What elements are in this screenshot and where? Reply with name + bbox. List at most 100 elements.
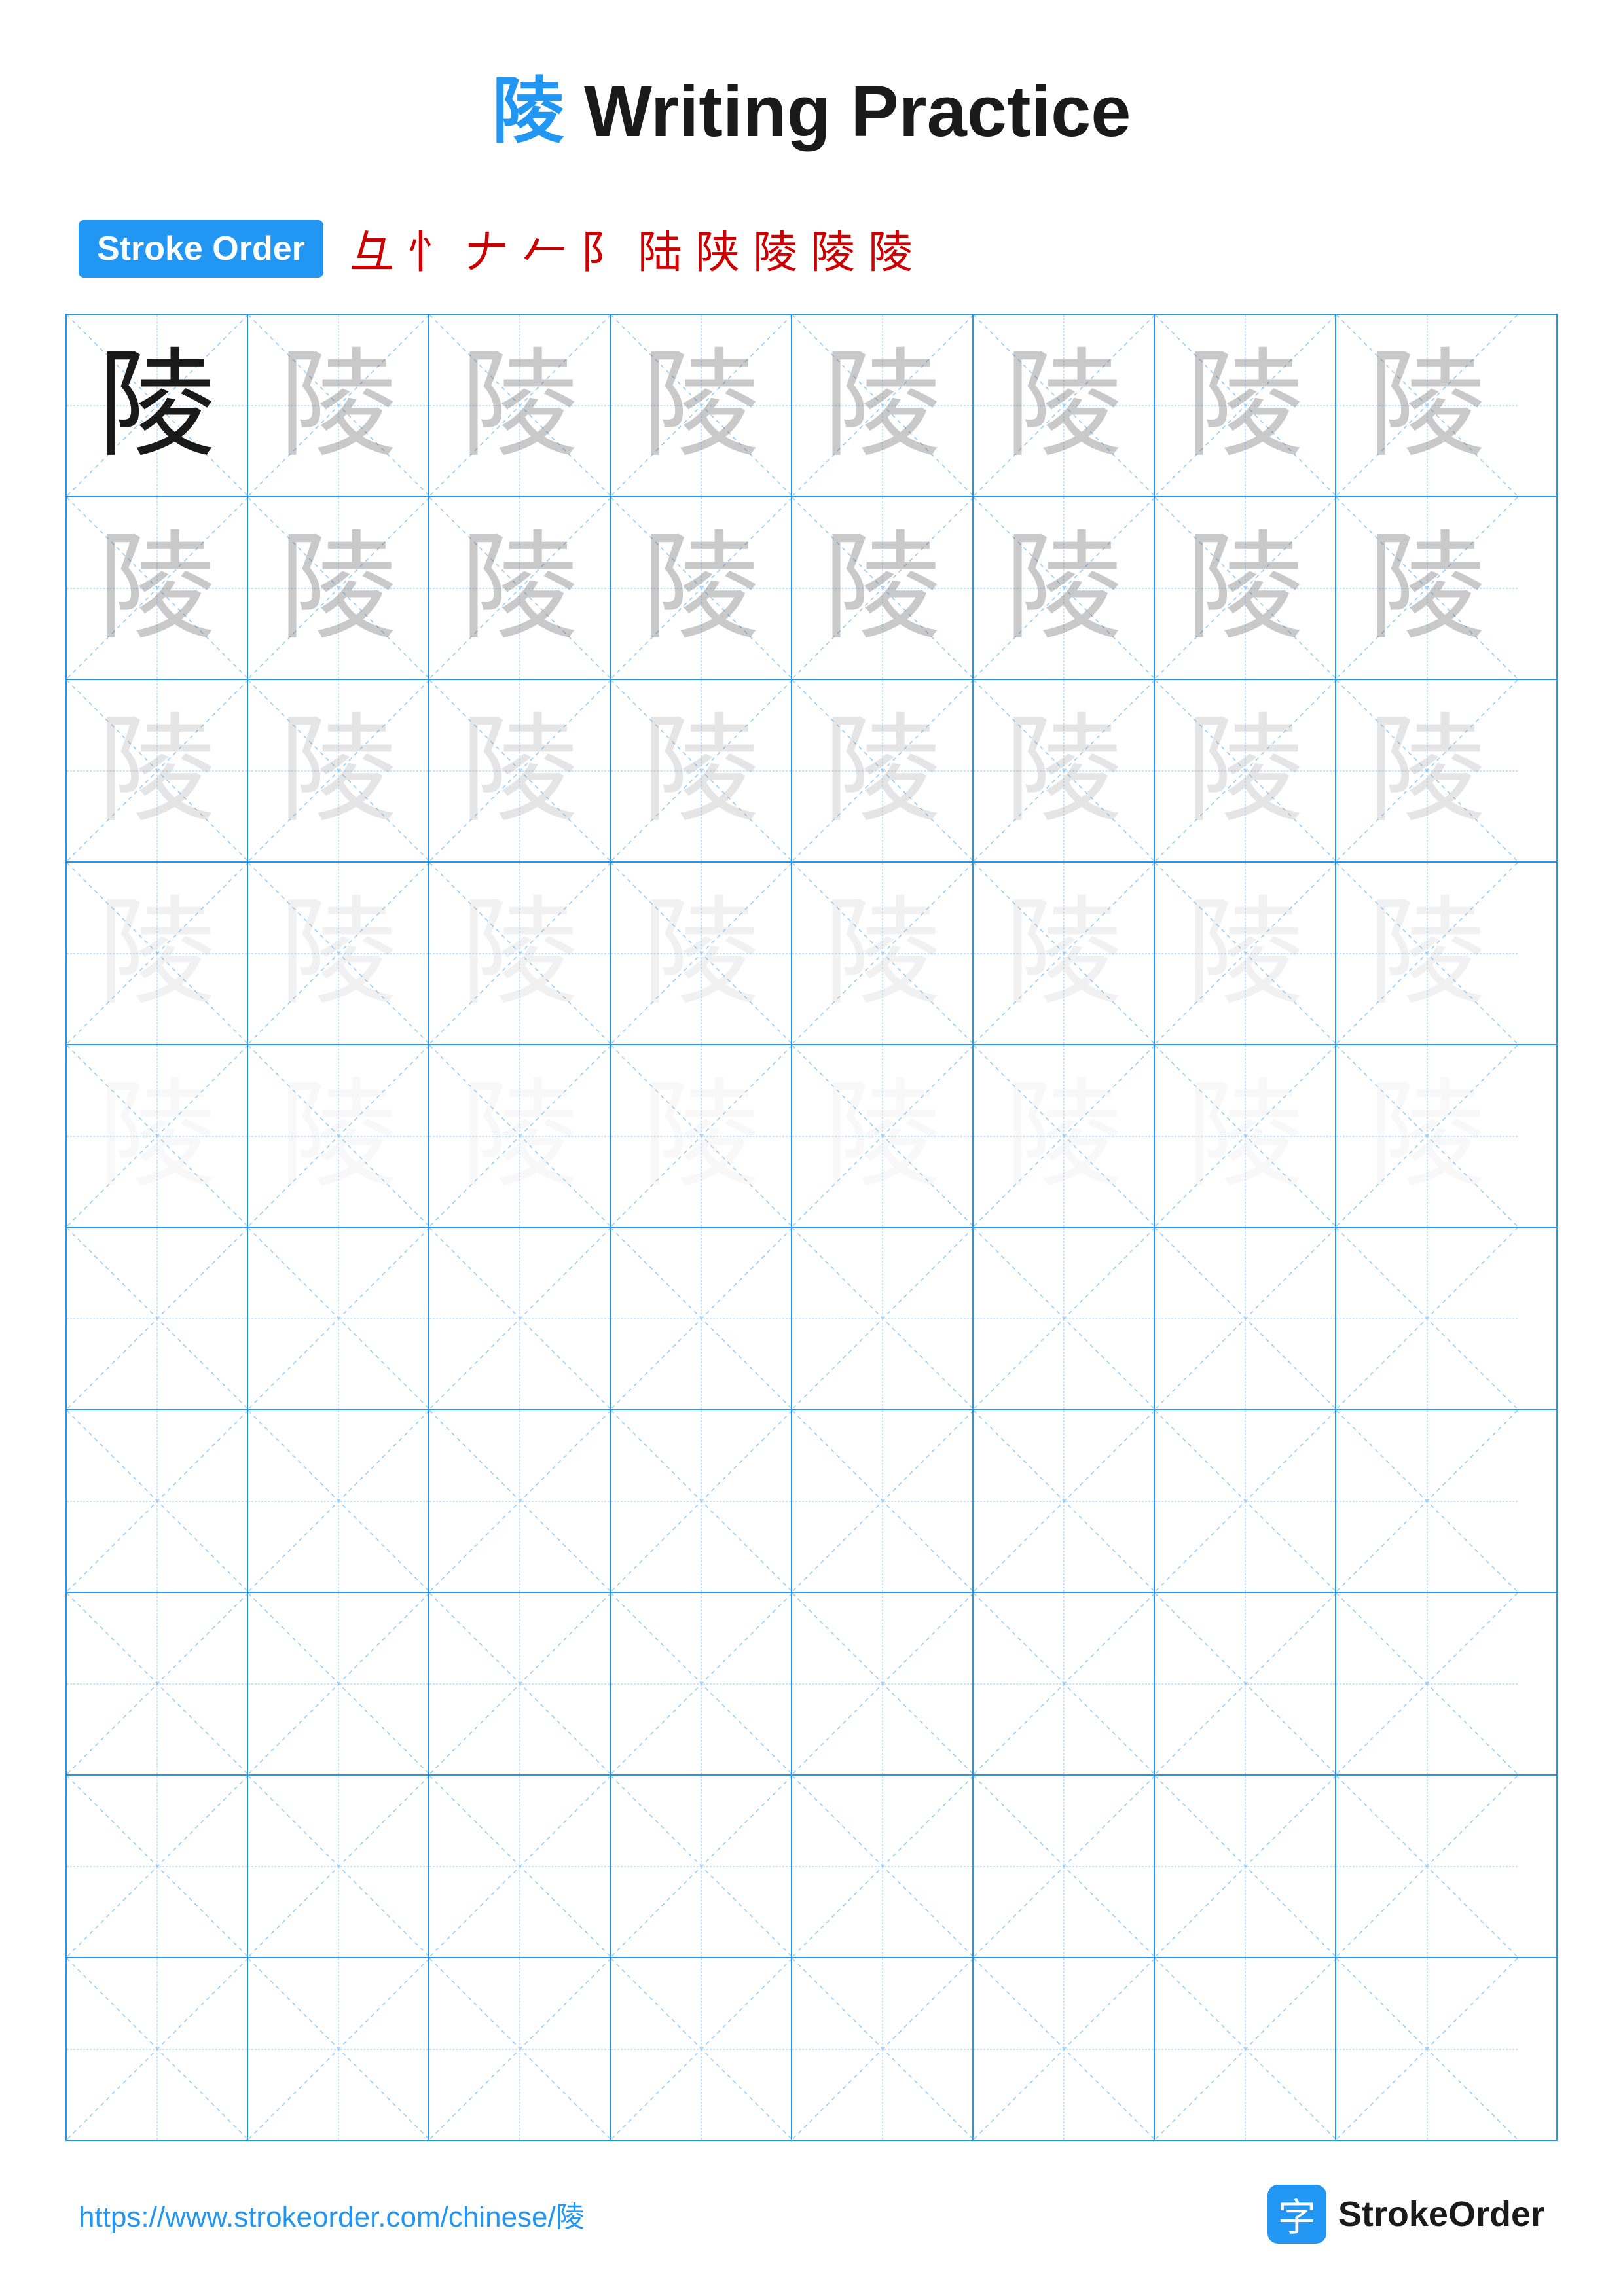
grid-cell-10-1[interactable] bbox=[67, 1958, 248, 2140]
grid-cell-8-4[interactable] bbox=[611, 1593, 792, 1774]
grid-cell-3-6[interactable]: 陵 bbox=[974, 680, 1155, 861]
grid-cell-3-5[interactable]: 陵 bbox=[792, 680, 974, 861]
grid-cell-6-4[interactable] bbox=[611, 1228, 792, 1409]
grid-cell-8-1[interactable] bbox=[67, 1593, 248, 1774]
grid-cell-1-6[interactable]: 陵 bbox=[974, 315, 1155, 496]
grid-cell-8-6[interactable] bbox=[974, 1593, 1155, 1774]
grid-cell-7-6[interactable] bbox=[974, 1410, 1155, 1592]
grid-cell-10-5[interactable] bbox=[792, 1958, 974, 2140]
grid-cell-4-6[interactable]: 陵 bbox=[974, 863, 1155, 1044]
grid-cell-6-8[interactable] bbox=[1336, 1228, 1518, 1409]
grid-cell-9-8[interactable] bbox=[1336, 1776, 1518, 1957]
grid-cell-10-8[interactable] bbox=[1336, 1958, 1518, 2140]
char-guide: 陵 bbox=[642, 347, 759, 465]
char-guide: 陵 bbox=[1368, 712, 1486, 830]
grid-cell-7-3[interactable] bbox=[429, 1410, 611, 1592]
char-guide: 陵 bbox=[1004, 347, 1122, 465]
grid-cell-6-1[interactable] bbox=[67, 1228, 248, 1409]
grid-cell-10-2[interactable] bbox=[248, 1958, 429, 2140]
grid-cell-4-1[interactable]: 陵 bbox=[67, 863, 248, 1044]
writing-grid[interactable]: 陵 陵 陵 陵 陵 陵 陵 陵 陵 bbox=[65, 314, 1558, 2141]
grid-cell-9-6[interactable] bbox=[974, 1776, 1155, 1957]
grid-cell-8-2[interactable] bbox=[248, 1593, 429, 1774]
grid-cell-3-2[interactable]: 陵 bbox=[248, 680, 429, 861]
char-guide: 陵 bbox=[642, 895, 759, 1013]
footer-url-link[interactable]: https://www.strokeorder.com/chinese/陵 bbox=[79, 2193, 585, 2235]
grid-cell-2-7[interactable]: 陵 bbox=[1155, 497, 1336, 679]
grid-cell-9-3[interactable] bbox=[429, 1776, 611, 1957]
grid-cell-5-5[interactable]: 陵 bbox=[792, 1045, 974, 1227]
grid-cell-7-2[interactable] bbox=[248, 1410, 429, 1592]
grid-cell-5-4[interactable]: 陵 bbox=[611, 1045, 792, 1227]
grid-cell-1-4[interactable]: 陵 bbox=[611, 315, 792, 496]
grid-cell-3-8[interactable]: 陵 bbox=[1336, 680, 1518, 861]
char-guide: 陵 bbox=[98, 1077, 215, 1195]
title-char: 陵 bbox=[492, 71, 564, 152]
grid-cell-1-3[interactable]: 陵 bbox=[429, 315, 611, 496]
grid-cell-5-8[interactable]: 陵 bbox=[1336, 1045, 1518, 1227]
grid-cell-3-1[interactable]: 陵 bbox=[67, 680, 248, 861]
grid-cell-1-5[interactable]: 陵 bbox=[792, 315, 974, 496]
grid-cell-6-3[interactable] bbox=[429, 1228, 611, 1409]
grid-cell-4-2[interactable]: 陵 bbox=[248, 863, 429, 1044]
char-guide: 陵 bbox=[279, 712, 397, 830]
char-guide: 陵 bbox=[642, 712, 759, 830]
grid-cell-7-7[interactable] bbox=[1155, 1410, 1336, 1592]
grid-cell-5-1[interactable]: 陵 bbox=[67, 1045, 248, 1227]
grid-cell-4-7[interactable]: 陵 bbox=[1155, 863, 1336, 1044]
grid-cell-7-5[interactable] bbox=[792, 1410, 974, 1592]
char-guide: 陵 bbox=[460, 529, 578, 647]
char-guide: 陵 bbox=[279, 1077, 397, 1195]
grid-cell-6-2[interactable] bbox=[248, 1228, 429, 1409]
grid-cell-5-2[interactable]: 陵 bbox=[248, 1045, 429, 1227]
char-guide: 陵 bbox=[98, 712, 215, 830]
grid-cell-2-8[interactable]: 陵 bbox=[1336, 497, 1518, 679]
grid-cell-9-2[interactable] bbox=[248, 1776, 429, 1957]
page-title: 陵 Writing Practice bbox=[0, 0, 1623, 196]
grid-cell-4-5[interactable]: 陵 bbox=[792, 863, 974, 1044]
grid-cell-1-8[interactable]: 陵 bbox=[1336, 315, 1518, 496]
grid-cell-1-2[interactable]: 陵 bbox=[248, 315, 429, 496]
grid-cell-3-4[interactable]: 陵 bbox=[611, 680, 792, 861]
grid-cell-7-4[interactable] bbox=[611, 1410, 792, 1592]
stroke-order-badge: Stroke Order bbox=[79, 220, 323, 278]
grid-cell-9-5[interactable] bbox=[792, 1776, 974, 1957]
grid-cell-5-6[interactable]: 陵 bbox=[974, 1045, 1155, 1227]
grid-cell-10-4[interactable] bbox=[611, 1958, 792, 2140]
char-dark: 陵 bbox=[98, 347, 215, 465]
grid-cell-9-1[interactable] bbox=[67, 1776, 248, 1957]
grid-cell-6-5[interactable] bbox=[792, 1228, 974, 1409]
grid-cell-2-4[interactable]: 陵 bbox=[611, 497, 792, 679]
char-guide: 陵 bbox=[279, 529, 397, 647]
grid-cell-1-1[interactable]: 陵 bbox=[67, 315, 248, 496]
grid-cell-2-2[interactable]: 陵 bbox=[248, 497, 429, 679]
grid-cell-2-5[interactable]: 陵 bbox=[792, 497, 974, 679]
grid-cell-3-3[interactable]: 陵 bbox=[429, 680, 611, 861]
char-guide: 陵 bbox=[1004, 529, 1122, 647]
grid-cell-5-7[interactable]: 陵 bbox=[1155, 1045, 1336, 1227]
grid-cell-9-4[interactable] bbox=[611, 1776, 792, 1957]
char-guide: 陵 bbox=[460, 895, 578, 1013]
grid-cell-10-6[interactable] bbox=[974, 1958, 1155, 2140]
grid-cell-2-1[interactable]: 陵 bbox=[67, 497, 248, 679]
grid-cell-8-3[interactable] bbox=[429, 1593, 611, 1774]
grid-cell-10-3[interactable] bbox=[429, 1958, 611, 2140]
grid-cell-4-3[interactable]: 陵 bbox=[429, 863, 611, 1044]
grid-cell-7-8[interactable] bbox=[1336, 1410, 1518, 1592]
grid-cell-4-4[interactable]: 陵 bbox=[611, 863, 792, 1044]
grid-cell-9-7[interactable] bbox=[1155, 1776, 1336, 1957]
grid-cell-8-5[interactable] bbox=[792, 1593, 974, 1774]
grid-cell-7-1[interactable] bbox=[67, 1410, 248, 1592]
grid-cell-6-7[interactable] bbox=[1155, 1228, 1336, 1409]
grid-cell-2-6[interactable]: 陵 bbox=[974, 497, 1155, 679]
grid-cell-6-6[interactable] bbox=[974, 1228, 1155, 1409]
grid-cell-8-7[interactable] bbox=[1155, 1593, 1336, 1774]
grid-row-5: 陵 陵 陵 陵 陵 陵 陵 陵 bbox=[67, 1045, 1556, 1228]
grid-cell-2-3[interactable]: 陵 bbox=[429, 497, 611, 679]
grid-cell-8-8[interactable] bbox=[1336, 1593, 1518, 1774]
grid-cell-4-8[interactable]: 陵 bbox=[1336, 863, 1518, 1044]
grid-cell-1-7[interactable]: 陵 bbox=[1155, 315, 1336, 496]
grid-cell-3-7[interactable]: 陵 bbox=[1155, 680, 1336, 861]
grid-cell-10-7[interactable] bbox=[1155, 1958, 1336, 2140]
grid-cell-5-3[interactable]: 陵 bbox=[429, 1045, 611, 1227]
